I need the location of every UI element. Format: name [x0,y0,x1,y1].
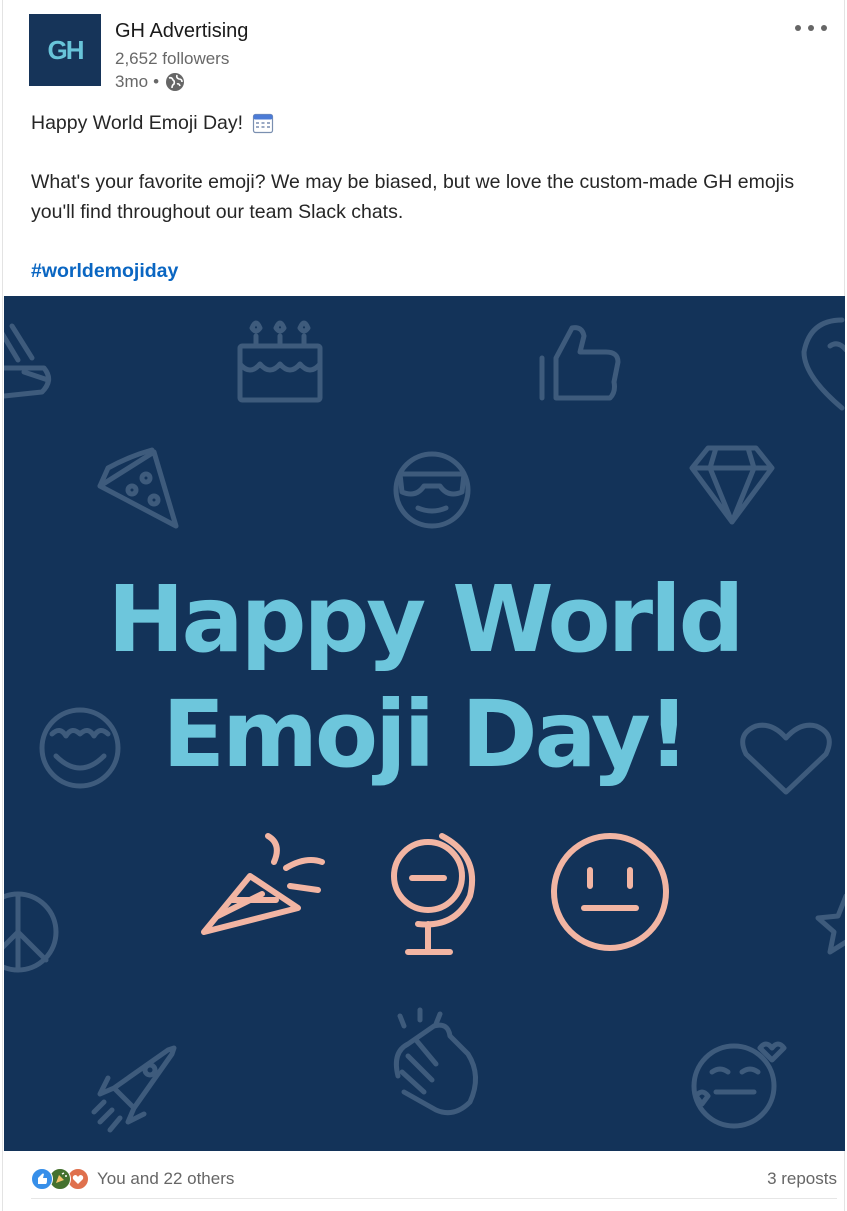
reposts-count[interactable]: 3 reposts [767,1169,837,1189]
globe-icon [165,72,185,92]
calendar-emoji-icon [252,112,274,134]
thumbs-up-icon [539,325,621,401]
post-text-line1: Happy World Emoji Day! [31,108,274,138]
pizza-icon [97,447,179,529]
sunglasses-face-icon [393,451,471,529]
blushing-face-icon [691,1041,787,1129]
reaction-icons [31,1168,93,1190]
rocket-icon [91,1045,177,1133]
crystal-ball-icon [391,833,476,955]
heart-pin-icon [801,317,845,411]
reactions-count: You and 22 others [97,1169,235,1188]
party-popper-icon [201,833,325,935]
logo-text: GH [47,34,85,65]
post-greeting: Happy World Emoji Day! [31,112,244,134]
diamond-icon [689,445,775,525]
more-options-icon[interactable] [791,14,831,42]
peace-sign-icon [4,891,59,973]
post-body: What's your favorite emoji? We may be bi… [31,171,795,223]
birthday-cake-icon [237,320,323,403]
author-name[interactable]: GH Advertising [115,20,248,43]
post-image[interactable]: Happy World Emoji Day! [4,296,845,1151]
social-counts-bar: You and 22 others 3 reposts [31,1160,837,1199]
company-logo[interactable]: GH [29,14,101,86]
like-icon [31,1168,53,1190]
star-icon [815,893,845,955]
hashtag-link[interactable]: #worldemojiday [31,256,178,286]
image-headline-line2: Emoji Day! [162,681,690,788]
follower-count: 2,652 followers [115,49,230,68]
meta-separator: • [153,72,160,91]
post-meta: 3mo • [115,72,185,92]
post-header: GH GH Advertising 2,652 followers 3mo • [29,14,839,94]
image-headline-line1: Happy World [107,566,745,673]
post-card: GH GH Advertising 2,652 followers 3mo • … [2,0,845,1211]
victory-hand-icon [4,323,51,399]
clapping-hands-icon [393,1007,478,1116]
post-time: 3mo [115,72,149,91]
reactions-summary[interactable]: You and 22 others [31,1168,234,1190]
smiley-face-icon [551,833,669,951]
